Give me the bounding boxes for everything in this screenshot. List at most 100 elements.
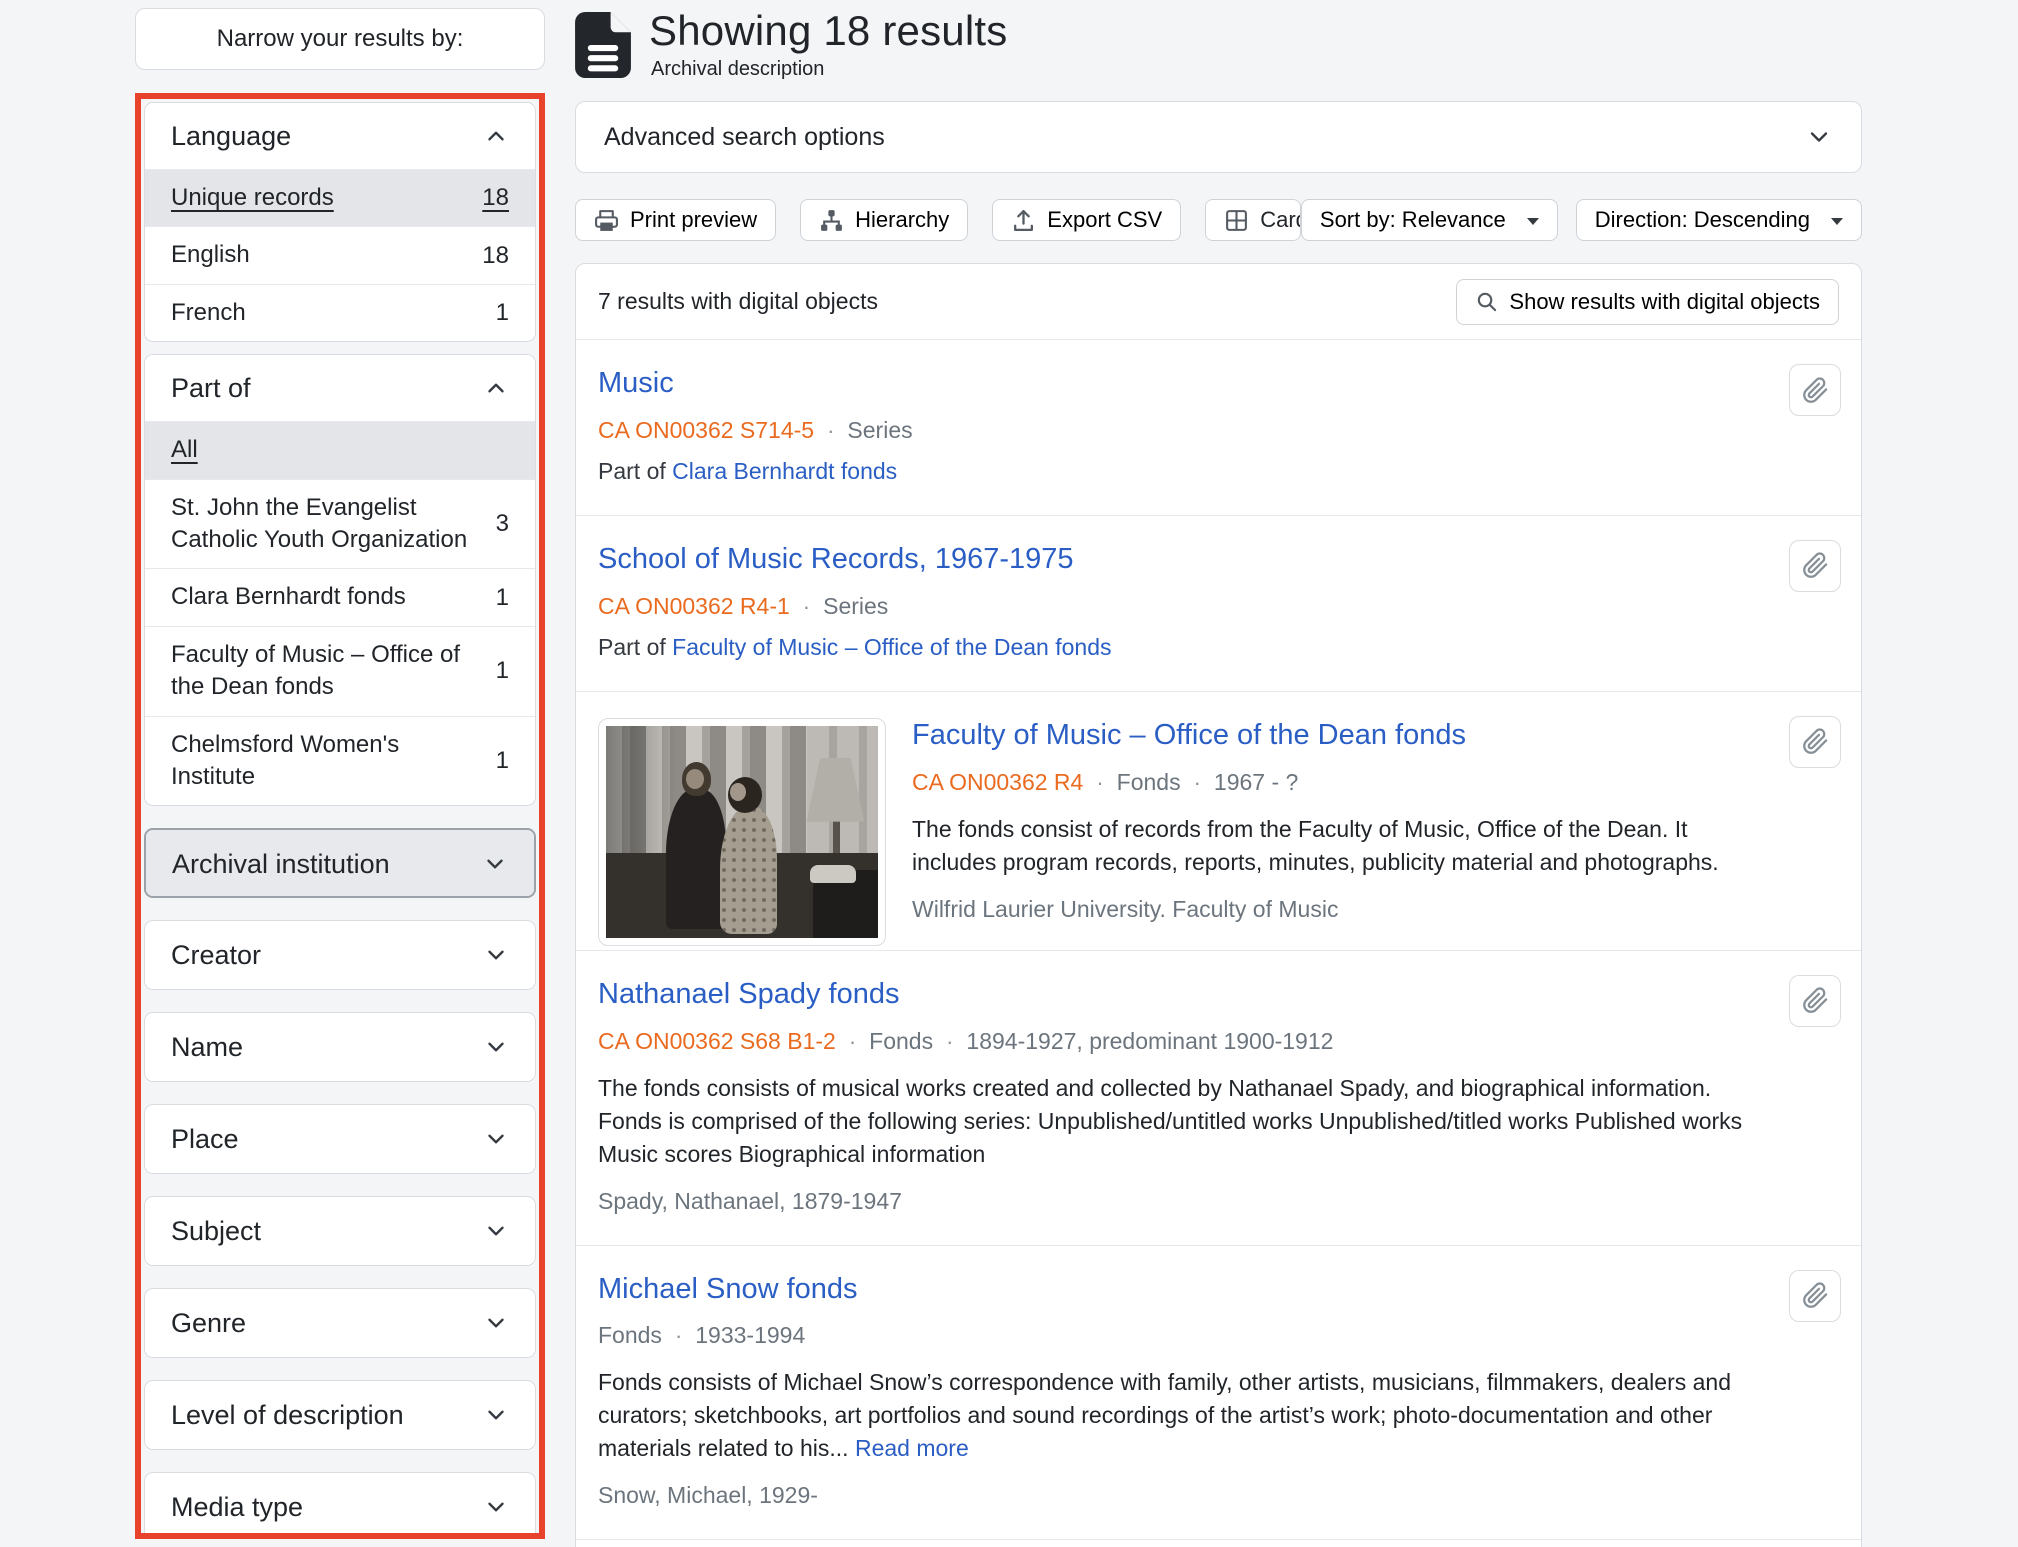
facet-place-header[interactable]: Place <box>145 1105 535 1173</box>
facet-part-of-label: Part of <box>171 373 251 404</box>
facet-language-header[interactable]: Language <box>145 103 535 169</box>
chevron-down-icon <box>482 851 508 877</box>
result-title-link[interactable]: Faculty of Music – Office of the Dean fo… <box>912 718 1466 753</box>
facet-option-st-john[interactable]: St. John the Evangelist Catholic Youth O… <box>145 479 535 569</box>
export-csv-label: Export CSV <box>1047 207 1162 233</box>
advanced-search-toggle[interactable]: Advanced search options <box>575 101 1862 173</box>
page-subtitle: Archival description <box>651 58 1007 81</box>
narrow-results-header: Narrow your results by: <box>135 8 545 70</box>
result-row: Michael Snow fonds Fonds · 1933-1994 Fon… <box>576 1246 1861 1541</box>
facet-option-english[interactable]: English 18 <box>145 226 535 283</box>
export-csv-button[interactable]: Export CSV <box>992 199 1181 241</box>
hierarchy-icon <box>819 208 844 233</box>
advanced-search-label: Advanced search options <box>604 123 885 152</box>
archival-description-icon <box>575 12 631 78</box>
facet-creator-header[interactable]: Creator <box>145 921 535 989</box>
level-of-description: Series <box>823 593 888 620</box>
chevron-down-icon <box>483 942 509 968</box>
chevron-up-icon <box>483 123 509 149</box>
result-meta: CA ON00362 S714-5 · Series <box>598 417 1771 444</box>
result-meta: CA ON00362 R4 · Fonds · 1967 - ? <box>912 769 1771 796</box>
facet-sidebar: Narrow your results by: Language Unique … <box>135 8 545 1547</box>
result-meta: CA ON00362 S68 B1-2 · Fonds · 1894-1927,… <box>598 1028 1771 1055</box>
facet-name-header[interactable]: Name <box>145 1013 535 1081</box>
direction-dropdown[interactable]: Direction: Descending <box>1576 199 1862 241</box>
facet-label: Creator <box>171 940 261 971</box>
caret-down-icon <box>1831 218 1843 231</box>
result-title-link[interactable]: Nathanael Spady fonds <box>598 977 900 1012</box>
facet-level-of-description-header[interactable]: Level of description <box>145 1381 535 1449</box>
result-meta: Fonds · 1933-1994 <box>598 1322 1771 1349</box>
part-of-prefix: Part of <box>598 458 666 484</box>
results-toolbar: Print preview Hierarchy Export CSV <box>575 199 1862 241</box>
highlight-annotation-box: Language Unique records 18 English 18 Fr… <box>135 93 545 1539</box>
part-of-line: Part of Clara Bernhardt fonds <box>598 458 1771 485</box>
digital-object-clip-button[interactable] <box>1789 716 1841 768</box>
facet-label: Name <box>171 1032 243 1063</box>
meta-separator: · <box>1194 770 1201 796</box>
meta-separator: · <box>1096 770 1103 796</box>
photo-woman-figure <box>720 806 777 933</box>
spacer <box>144 342 536 354</box>
result-title-link[interactable]: Michael Snow fonds <box>598 1272 858 1307</box>
facet-place: Place <box>144 1104 536 1174</box>
sort-by-dropdown[interactable]: Sort by: Relevance <box>1301 199 1558 241</box>
facet-part-of-header[interactable]: Part of <box>145 355 535 421</box>
facet-option-all[interactable]: All <box>145 421 535 478</box>
facet-label: Archival institution <box>172 849 390 880</box>
card-view-button[interactable]: Card view <box>1206 200 1301 240</box>
facet-language: Language Unique records 18 English 18 Fr… <box>144 102 536 342</box>
facet-media-type-header[interactable]: Media type <box>145 1473 535 1539</box>
result-title-link[interactable]: Music <box>598 366 674 401</box>
facet-subject-header[interactable]: Subject <box>145 1197 535 1265</box>
result-dates: 1894-1927, predominant 1900-1912 <box>966 1028 1333 1055</box>
meta-separator: · <box>827 418 834 444</box>
part-of-link[interactable]: Clara Bernhardt fonds <box>672 458 897 484</box>
digital-object-clip-button[interactable] <box>1789 364 1841 416</box>
paperclip-icon <box>1802 377 1829 404</box>
level-of-description: Fonds <box>1117 769 1181 796</box>
paperclip-icon <box>1802 987 1829 1014</box>
level-of-description: Fonds <box>869 1028 933 1055</box>
show-digital-objects-button[interactable]: Show results with digital objects <box>1456 279 1839 325</box>
digital-object-clip-button[interactable] <box>1789 975 1841 1027</box>
chevron-down-icon <box>483 1494 509 1520</box>
facet-option-french[interactable]: French 1 <box>145 284 535 341</box>
result-text: Faculty of Music – Office of the Dean fo… <box>912 718 1771 946</box>
facet-creator: Creator <box>144 920 536 990</box>
result-title-link[interactable]: School of Music Records, 1967-1975 <box>598 542 1074 577</box>
meta-separator: · <box>849 1029 856 1055</box>
facet-option-label: French <box>171 297 482 329</box>
hierarchy-button[interactable]: Hierarchy <box>800 199 968 241</box>
digital-objects-count: 7 results with digital objects <box>598 288 878 315</box>
reference-code: CA ON00362 R4 <box>912 769 1083 796</box>
print-preview-button[interactable]: Print preview <box>575 199 776 241</box>
facet-label: Place <box>171 1124 239 1155</box>
result-thumbnail[interactable] <box>598 718 886 946</box>
result-dates: 1967 - ? <box>1214 769 1298 796</box>
digital-object-clip-button[interactable] <box>1789 1270 1841 1322</box>
chevron-down-icon <box>483 1218 509 1244</box>
read-more-link[interactable]: Read more <box>855 1435 969 1461</box>
upload-icon <box>1011 208 1036 233</box>
facet-media-type: Media type <box>144 1472 536 1539</box>
show-digital-objects-label: Show results with digital objects <box>1509 289 1820 315</box>
facet-option-count: 1 <box>496 299 509 327</box>
part-of-link[interactable]: Faculty of Music – Office of the Dean fo… <box>672 634 1111 660</box>
results-topbar: 7 results with digital objects Show resu… <box>576 264 1861 340</box>
facet-option-clara-bernhardt[interactable]: Clara Bernhardt fonds 1 <box>145 568 535 625</box>
facet-archival-institution-header[interactable]: Archival institution <box>146 830 534 898</box>
thumbnail-photo <box>606 726 878 938</box>
card-view-label: Card view <box>1260 207 1301 233</box>
page-header-text: Showing 18 results Archival description <box>649 8 1007 81</box>
facet-genre-header[interactable]: Genre <box>145 1289 535 1357</box>
facet-level-of-description: Level of description <box>144 1380 536 1450</box>
facet-option-label: Chelmsford Women's Institute <box>171 729 482 794</box>
facet-option-label: English <box>171 239 468 271</box>
facet-option-chelmsford[interactable]: Chelmsford Women's Institute 1 <box>145 716 535 806</box>
facet-option-faculty-of-music[interactable]: Faculty of Music – Office of the Dean fo… <box>145 626 535 716</box>
digital-object-clip-button[interactable] <box>1789 540 1841 592</box>
facet-option-unique-records[interactable]: Unique records 18 <box>145 169 535 226</box>
chevron-down-icon <box>483 1310 509 1336</box>
facet-genre: Genre <box>144 1288 536 1358</box>
